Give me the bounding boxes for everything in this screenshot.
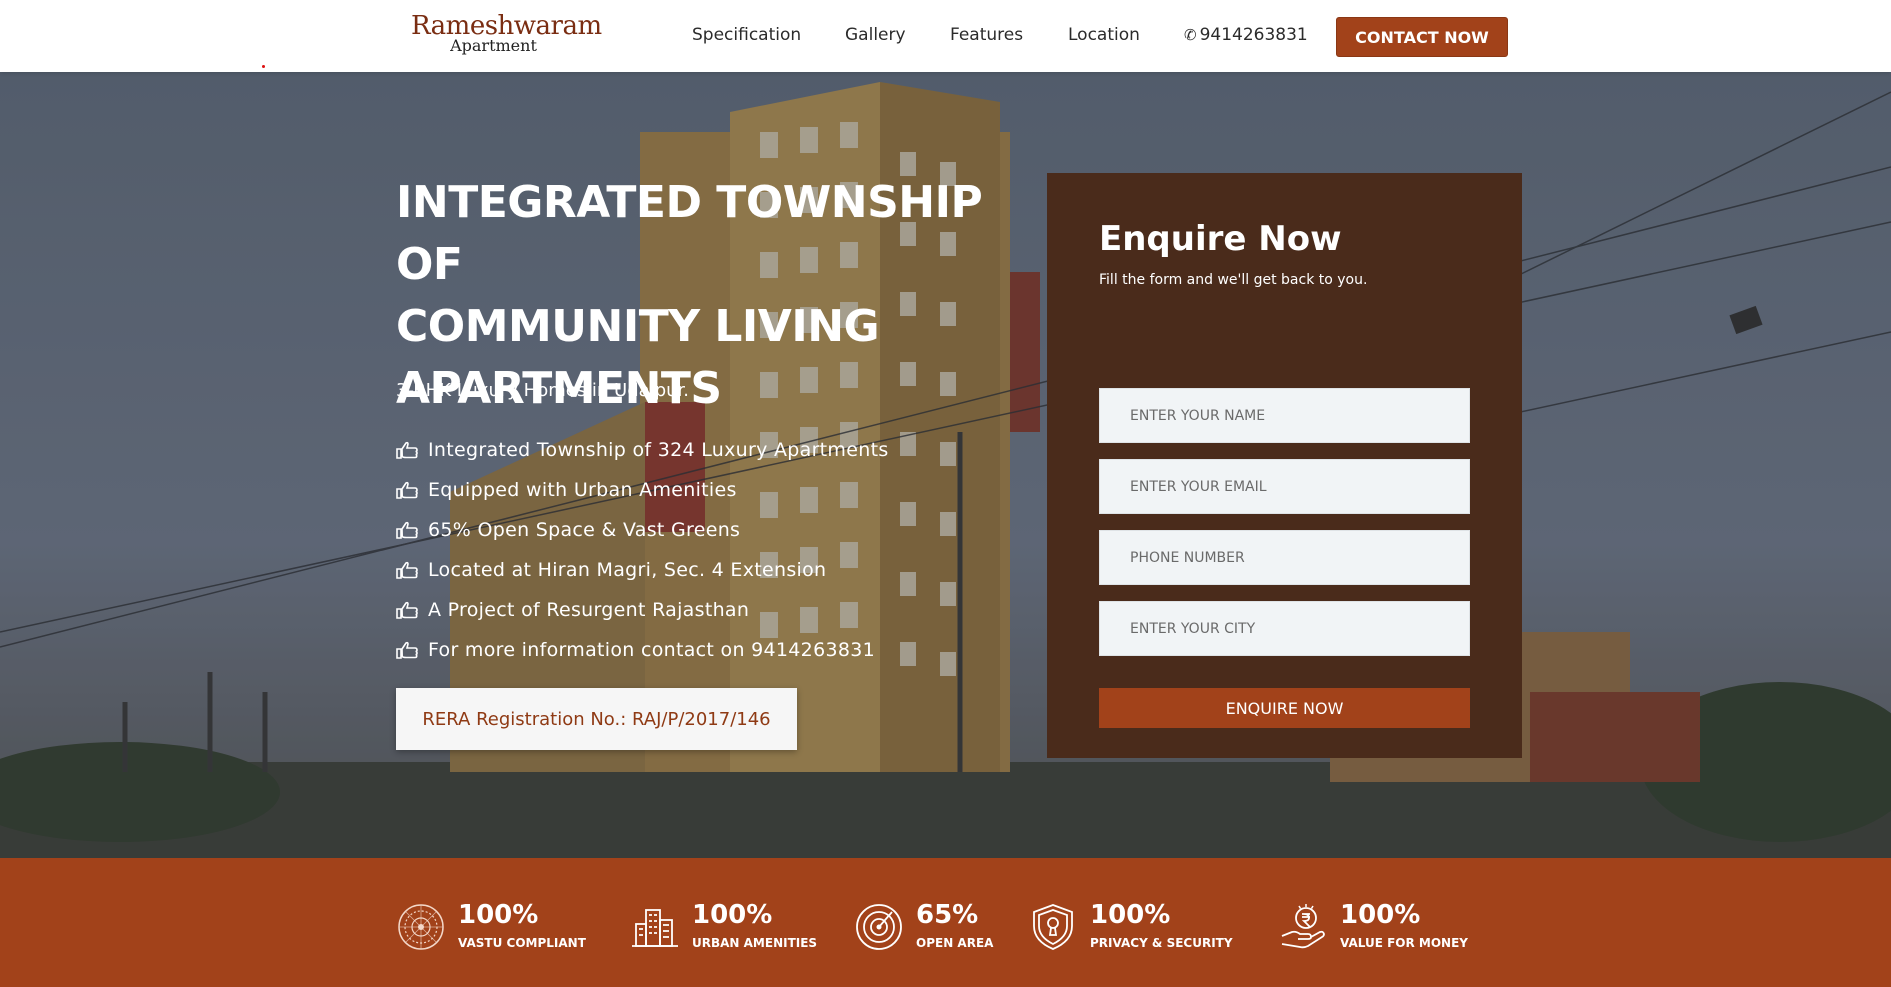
site-header: Rameshwaram Apartment Specification Gall… <box>0 0 1891 72</box>
phone-icon: ✆ <box>1184 26 1197 44</box>
stats-bar: 100% VASTU COMPLIANT 100% URBAN AMENITIE… <box>0 858 1891 987</box>
decorative-dot <box>262 65 265 68</box>
hero-section: INTEGRATED TOWNSHIP OF COMMUNITY LIVING … <box>0 72 1891 858</box>
stat-text: 100% VALUE FOR MONEY <box>1340 900 1468 950</box>
stat-vastu: 100% VASTU COMPLIANT <box>396 900 586 952</box>
feature-text: For more information contact on 94142638… <box>428 639 876 661</box>
stat-amenities: 100% URBAN AMENITIES <box>630 900 817 952</box>
stat-text: 100% URBAN AMENITIES <box>692 900 817 950</box>
stat-value: 100% <box>1090 900 1171 930</box>
hero-subtitle: 3-BHK Luxury Homes in Udaipur. <box>396 380 689 401</box>
city-buildings-icon <box>632 909 678 947</box>
contact-now-button[interactable]: CONTACT NOW <box>1336 17 1508 57</box>
feature-item: 65% Open Space & Vast Greens <box>396 510 889 550</box>
email-input[interactable] <box>1099 459 1470 514</box>
form-subtitle: Fill the form and we'll get back to you. <box>1099 272 1368 288</box>
stat-value: 100% <box>458 900 539 930</box>
hero-title-line-2: COMMUNITY LIVING <box>396 301 880 352</box>
nav-specification[interactable]: Specification <box>692 25 801 45</box>
feature-text: Equipped with Urban Amenities <box>428 479 737 501</box>
pointing-hand-icon <box>396 601 418 619</box>
feature-item: Integrated Township of 324 Luxury Apartm… <box>396 430 889 470</box>
city-input[interactable] <box>1099 601 1470 656</box>
stat-label: OPEN AREA <box>916 936 994 950</box>
stat-value: 100% <box>692 900 773 930</box>
feature-list: Integrated Township of 324 Luxury Apartm… <box>396 430 889 670</box>
feature-text: 65% Open Space & Vast Greens <box>428 519 741 541</box>
stat-text: 65% OPEN AREA <box>916 900 993 950</box>
nav-phone-link[interactable]: ✆ 9414263831 <box>1184 25 1308 45</box>
feature-text: A Project of Resurgent Rajasthan <box>428 599 750 621</box>
enquiry-form: Enquire Now Fill the form and we'll get … <box>1047 173 1522 758</box>
stat-value-money: 100% VALUE FOR MONEY <box>1278 900 1468 952</box>
feature-text: Located at Hiran Magri, Sec. 4 Extension <box>428 559 827 581</box>
stat-text: 100% PRIVACY & SECURITY <box>1090 900 1233 950</box>
pointing-hand-icon <box>396 441 418 459</box>
hero-title-line-1: INTEGRATED TOWNSHIP OF <box>396 177 983 290</box>
feature-item: A Project of Resurgent Rajasthan <box>396 590 889 630</box>
rera-registration-badge: RERA Registration No.: RAJ/P/2017/146 <box>396 688 797 750</box>
pointing-hand-icon <box>396 641 418 659</box>
stat-text: 100% VASTU COMPLIANT <box>458 900 586 950</box>
feature-item: Located at Hiran Magri, Sec. 4 Extension <box>396 550 889 590</box>
stat-value: 100% <box>1340 900 1421 930</box>
feature-item: Equipped with Urban Amenities <box>396 470 889 510</box>
enquire-now-button[interactable]: ENQUIRE NOW <box>1099 688 1470 728</box>
target-area-icon <box>856 904 902 950</box>
name-input[interactable] <box>1099 388 1470 443</box>
form-title: Enquire Now <box>1099 219 1342 259</box>
shield-lock-icon <box>1033 904 1073 950</box>
hand-money-icon <box>1281 904 1325 949</box>
feature-text: Integrated Township of 324 Luxury Apartm… <box>428 439 889 461</box>
phone-input[interactable] <box>1099 530 1470 585</box>
nav-gallery[interactable]: Gallery <box>845 25 906 45</box>
stat-privacy: 100% PRIVACY & SECURITY <box>1028 900 1233 952</box>
stat-label: VALUE FOR MONEY <box>1340 936 1468 950</box>
nav-location[interactable]: Location <box>1068 25 1140 45</box>
pointing-hand-icon <box>396 561 418 579</box>
stat-open-area: 65% OPEN AREA <box>854 900 993 952</box>
nav-phone-number: 9414263831 <box>1199 25 1308 45</box>
stat-label: VASTU COMPLIANT <box>458 936 586 950</box>
pointing-hand-icon <box>396 521 418 539</box>
pointing-hand-icon <box>396 481 418 499</box>
stat-label: URBAN AMENITIES <box>692 936 818 950</box>
vastu-mandala-icon <box>398 904 444 950</box>
stat-label: PRIVACY & SECURITY <box>1090 936 1233 950</box>
feature-item: For more information contact on 94142638… <box>396 630 889 670</box>
nav-features[interactable]: Features <box>950 25 1023 45</box>
stat-value: 65% <box>916 900 979 930</box>
brand-logo[interactable]: Rameshwaram Apartment <box>411 12 602 54</box>
